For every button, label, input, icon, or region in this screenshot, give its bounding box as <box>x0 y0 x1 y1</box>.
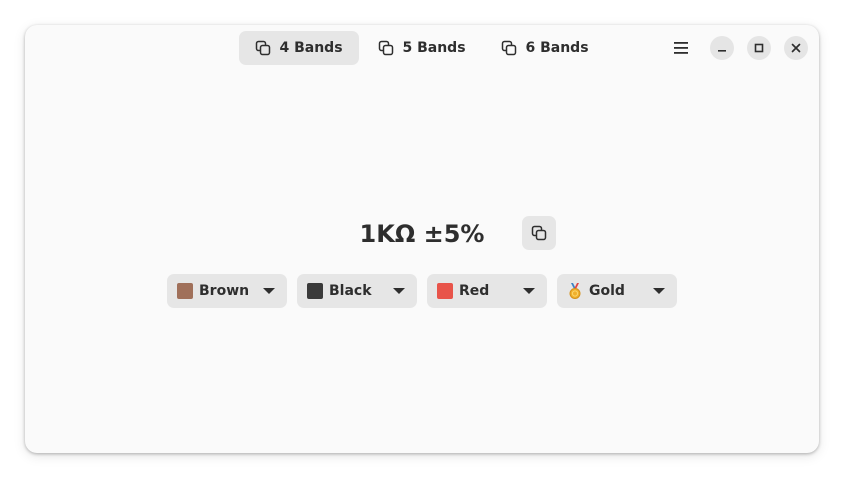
black-square-icon <box>307 283 323 299</box>
copy-icon <box>379 40 394 56</box>
resistance-value: 1KΩ ±5% <box>359 220 485 248</box>
copy-button[interactable] <box>522 216 556 250</box>
band-3-dropdown[interactable]: Red <box>427 274 547 308</box>
chevron-down-icon <box>523 288 535 294</box>
band-2-dropdown[interactable]: Black <box>297 274 417 308</box>
tab-5-bands[interactable]: 5 Bands <box>362 31 482 65</box>
chevron-down-icon <box>653 288 665 294</box>
band-1-label: Brown <box>199 283 250 299</box>
minimize-icon <box>718 50 726 52</box>
gold-medal-icon <box>567 283 583 299</box>
tab-label: 6 Bands <box>525 40 589 56</box>
band-4-dropdown[interactable]: Gold <box>557 274 677 308</box>
close-icon <box>791 43 801 53</box>
tab-label: 4 Bands <box>279 40 343 56</box>
copy-icon <box>256 40 271 56</box>
close-button[interactable] <box>784 36 808 60</box>
maximize-icon <box>754 43 764 53</box>
band-2-label: Black <box>329 283 372 299</box>
copy-icon <box>531 225 547 241</box>
band-1-dropdown[interactable]: Brown <box>167 274 287 308</box>
chevron-down-icon <box>263 288 275 294</box>
red-square-icon <box>437 283 453 299</box>
band-4-label: Gold <box>589 283 625 299</box>
band-3-label: Red <box>459 283 490 299</box>
minimize-button[interactable] <box>710 36 734 60</box>
maximize-button[interactable] <box>747 36 771 60</box>
main-menu-button[interactable] <box>666 36 696 60</box>
chevron-down-icon <box>393 288 405 294</box>
brown-square-icon <box>177 283 193 299</box>
tab-label: 5 Bands <box>402 40 466 56</box>
app-window: 4 Bands 5 Bands 6 Bands 1KΩ ±5% Brown Bl… <box>25 25 819 453</box>
tab-4-bands[interactable]: 4 Bands <box>239 31 359 65</box>
tab-6-bands[interactable]: 6 Bands <box>485 31 605 65</box>
hamburger-icon <box>674 42 688 54</box>
copy-icon <box>502 40 517 56</box>
